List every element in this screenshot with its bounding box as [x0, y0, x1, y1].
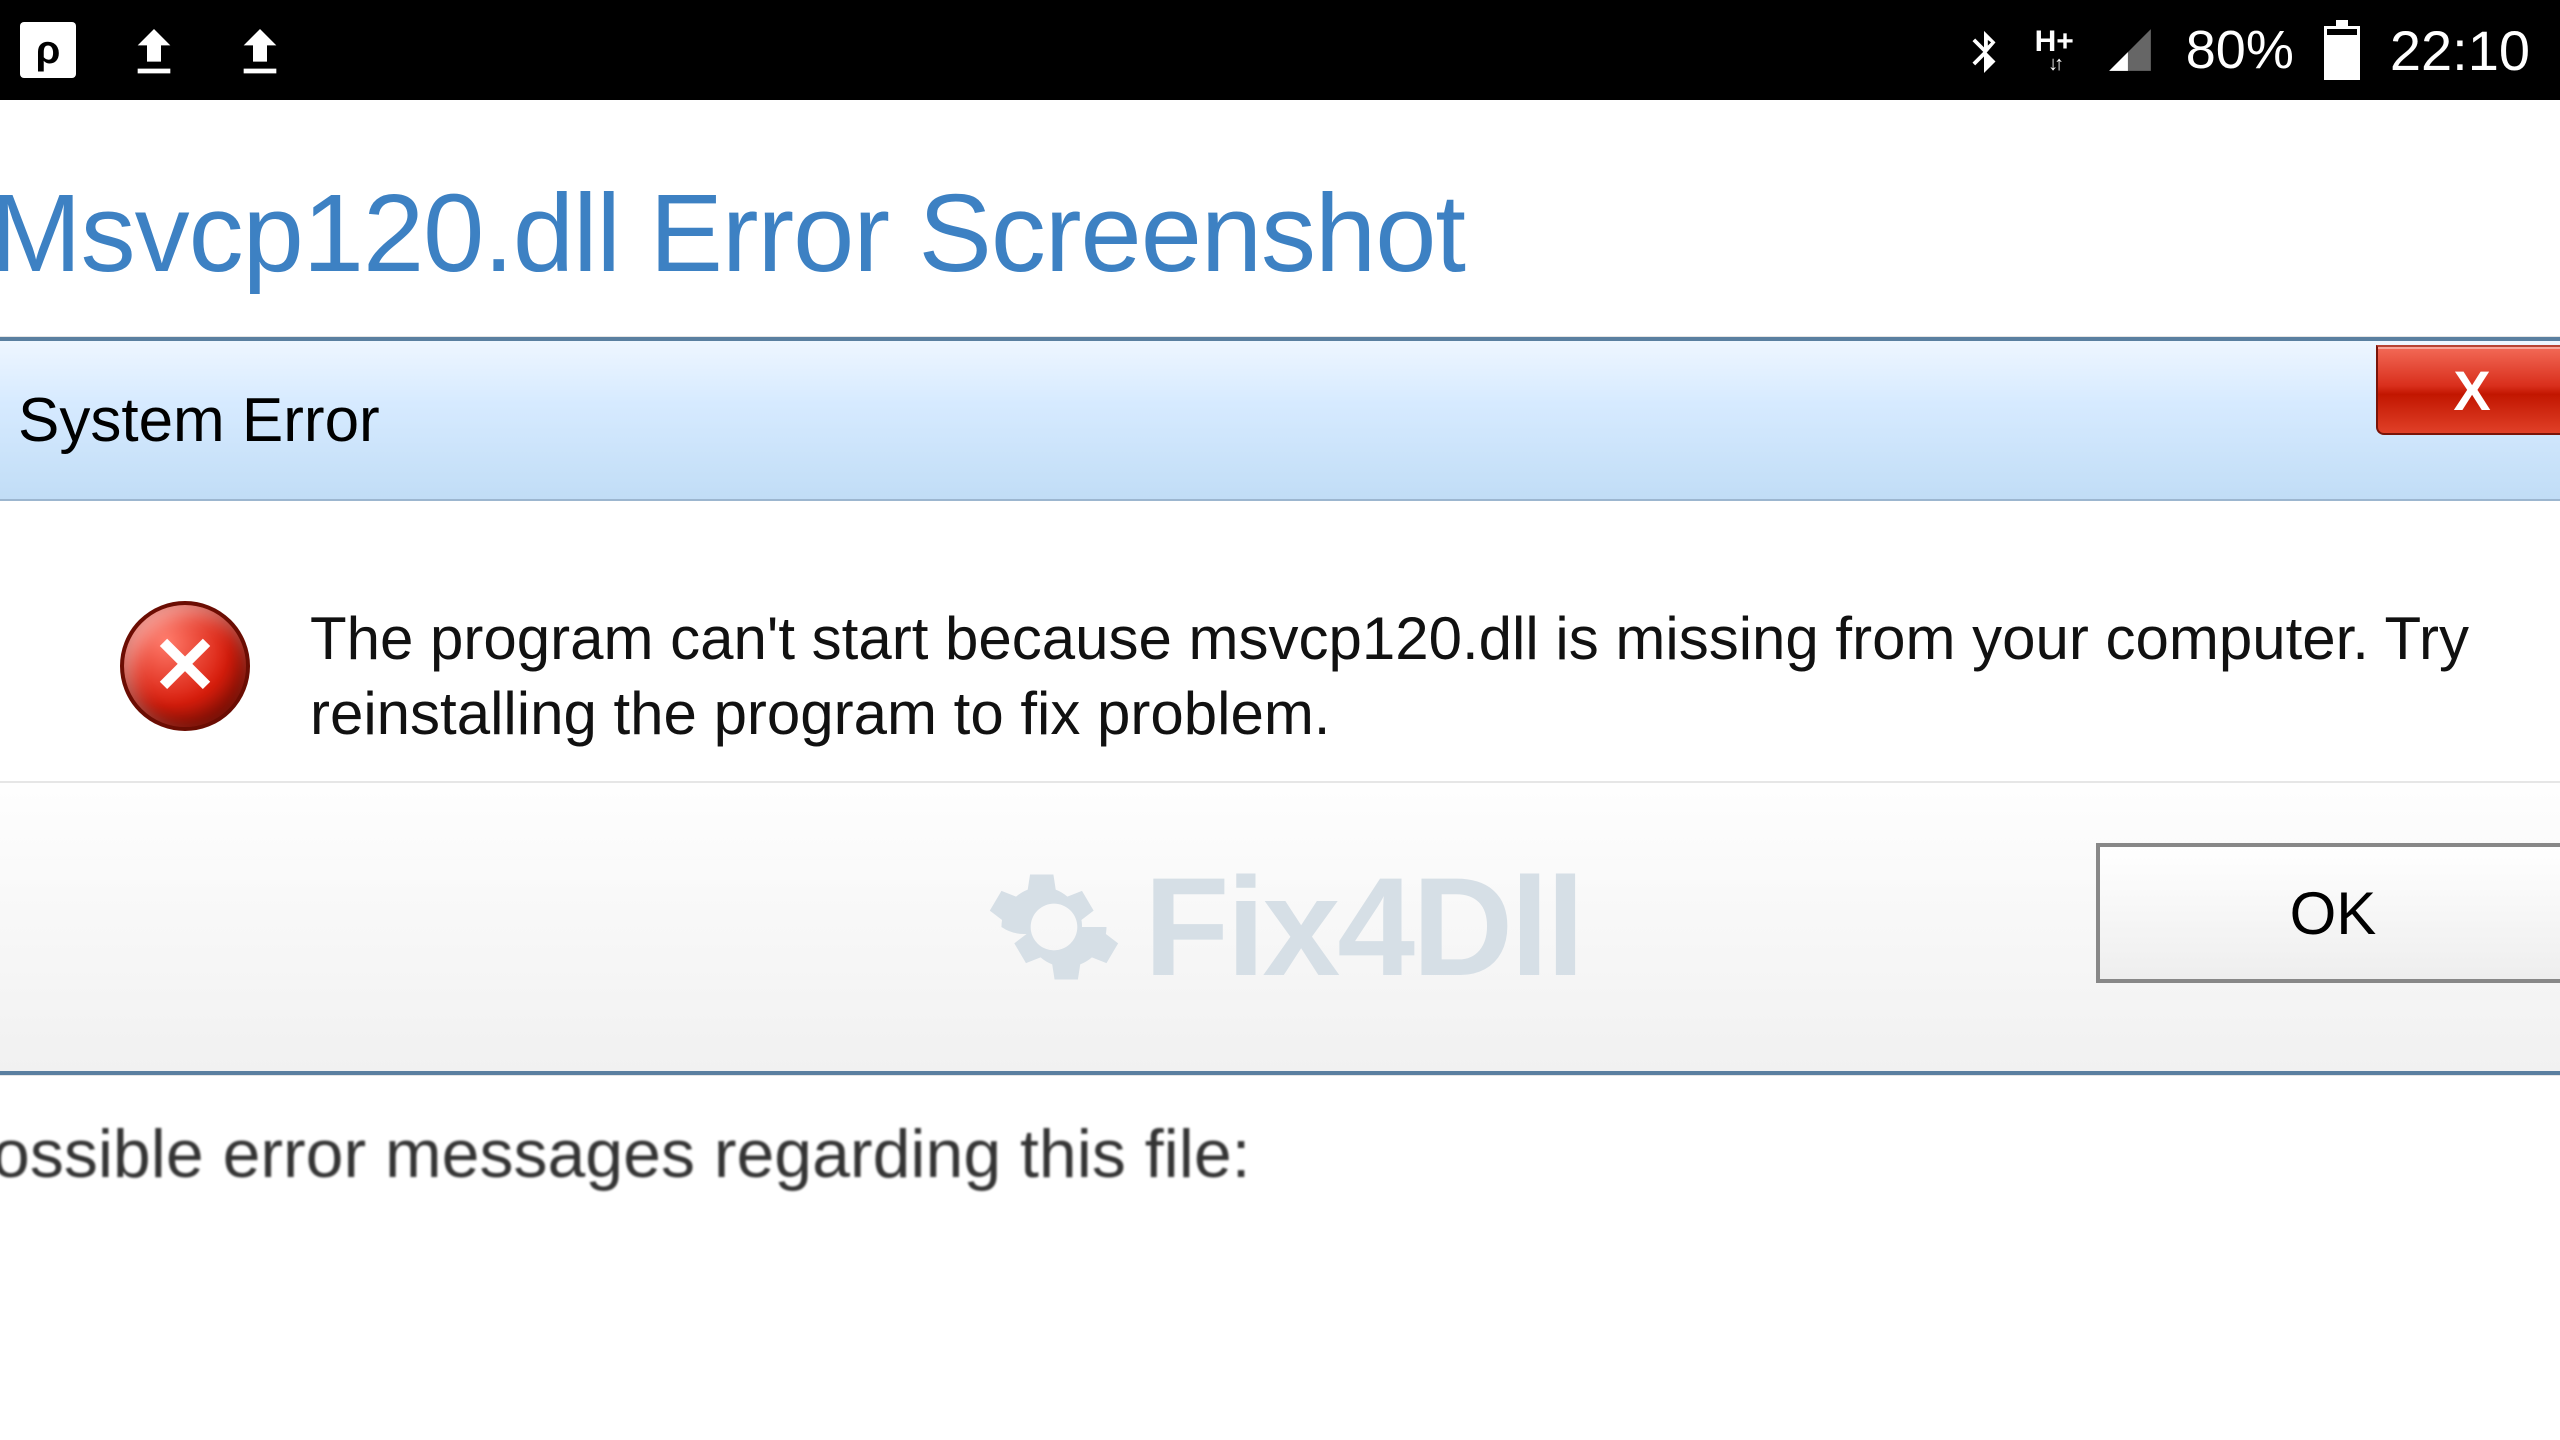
system-error-dialog: System Error X ✕ The program can't start…	[0, 337, 2560, 1075]
android-status-bar: ρ H+ ↓↑ 80% 22:10	[0, 0, 2560, 100]
watermark-text: Fix4Dll	[1144, 846, 1582, 1008]
error-icon: ✕	[120, 601, 250, 731]
upload-icon	[126, 22, 182, 78]
dialog-body: ✕ The program can't start because msvcp1…	[0, 501, 2560, 781]
close-button[interactable]: X	[2376, 345, 2560, 435]
ok-button[interactable]: OK	[2096, 843, 2560, 983]
status-right-icons: H+ ↓↑ 80% 22:10	[1961, 18, 2530, 83]
mobile-data-hplus-icon: H+ ↓↑	[2035, 28, 2074, 73]
bluetooth-icon	[1961, 20, 2007, 80]
dialog-titlebar: System Error X	[0, 341, 2560, 501]
status-left-icons: ρ	[20, 22, 288, 78]
dialog-title: System Error	[18, 385, 380, 456]
gear-icon	[984, 857, 1124, 997]
cell-signal-icon	[2102, 25, 2158, 75]
app-icon: ρ	[20, 22, 76, 78]
upload-icon	[232, 22, 288, 78]
cutoff-text: ossible error messages regarding this fi…	[0, 1075, 2560, 1193]
dialog-message: The program can't start because msvcp120…	[310, 601, 2506, 751]
battery-percent: 80%	[2186, 19, 2294, 81]
dialog-footer: Fix4Dll OK	[0, 781, 2560, 1071]
page-content: Msvcp120.dll Error Screenshot System Err…	[0, 100, 2560, 1193]
hplus-label: H+	[2035, 28, 2074, 55]
page-heading: Msvcp120.dll Error Screenshot	[0, 100, 2560, 337]
clock: 22:10	[2390, 18, 2530, 83]
battery-icon	[2322, 20, 2362, 80]
watermark: Fix4Dll	[984, 846, 1582, 1008]
